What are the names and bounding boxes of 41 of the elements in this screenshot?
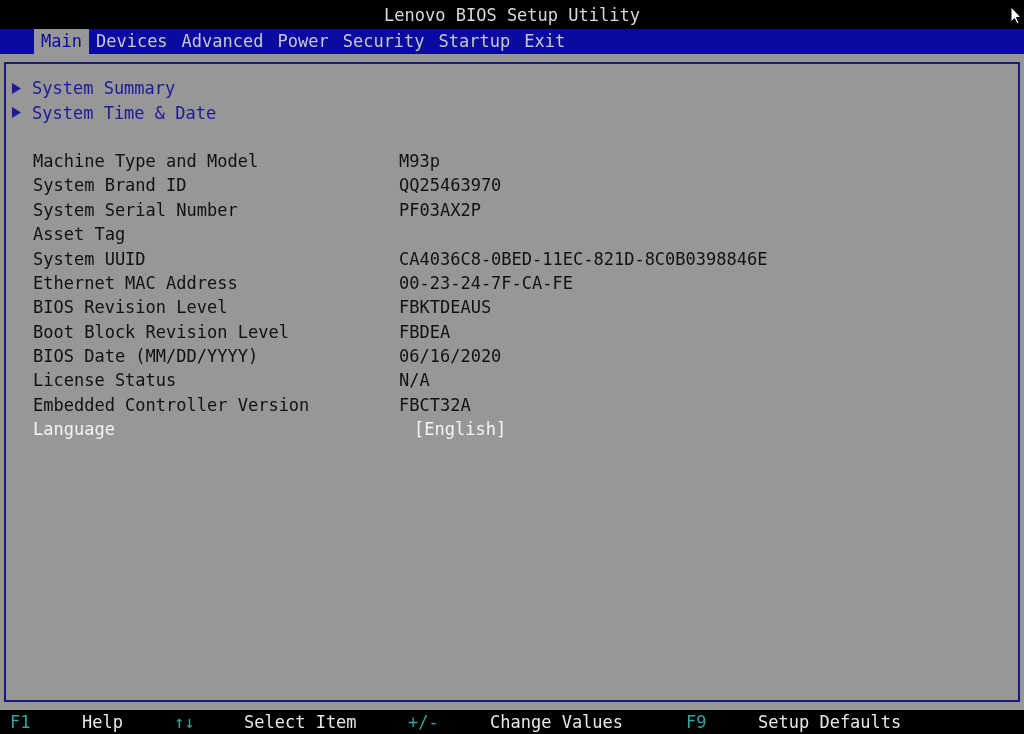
hotkey-action: Help	[82, 712, 124, 732]
menu-tab[interactable]: Devices	[88, 29, 175, 54]
field-value: FBCT32A	[399, 394, 471, 415]
field-value: N/A	[399, 370, 430, 391]
menu-tab[interactable]: Power	[270, 29, 336, 54]
field-label: Embedded Controller Version	[33, 394, 311, 415]
field-value: 06/16/2020	[399, 346, 502, 367]
submenu-link[interactable]: System Time & Date	[12, 100, 1018, 125]
field-label: Boot Block Revision Level	[33, 321, 290, 342]
menu-tab[interactable]: Security	[335, 29, 432, 54]
field-label: License Status	[33, 370, 178, 391]
submenu-link[interactable]: System Summary	[12, 76, 1018, 101]
field-value: QQ25463970	[399, 175, 502, 196]
menu-tab[interactable]: Advanced	[174, 29, 271, 54]
triangle-right-icon	[12, 107, 21, 119]
field-label: System UUID	[33, 248, 147, 269]
field-label: Asset Tag	[33, 224, 127, 245]
menu-tab[interactable]: Main	[34, 29, 89, 54]
field-label: Machine Type and Model	[33, 150, 260, 171]
hotkey: ↑↓	[174, 712, 196, 732]
field-value: 00-23-24-7F-CA-FE	[399, 272, 573, 293]
hotkey: F9	[686, 712, 708, 732]
menu-tab[interactable]: Exit	[517, 29, 573, 54]
field-label: Ethernet MAC Address	[33, 272, 239, 293]
window-title: Lenovo BIOS Setup Utility	[384, 4, 640, 25]
field-value: FBDEA	[399, 321, 451, 342]
field-value: M93p	[399, 150, 440, 171]
field-label: BIOS Revision Level	[33, 297, 229, 318]
hotkey: +/-	[408, 712, 440, 732]
hotkey-action: Change Values	[490, 712, 625, 732]
field-label: BIOS Date (MM/DD/YYYY)	[33, 346, 260, 367]
field-value: PF03AX2P	[399, 199, 481, 220]
field-label: System Serial Number	[33, 199, 239, 220]
triangle-right-icon	[12, 82, 21, 94]
menu-tab[interactable]: Startup	[431, 29, 518, 54]
field-value: CA4036C8-0BED-11EC-821D-8C0B0398846E	[399, 248, 768, 269]
field-label: System Brand ID	[33, 175, 188, 196]
hotkey: F1	[10, 712, 32, 732]
hotkey-action: Select Item	[244, 712, 358, 732]
hotkey-action: Setup Defaults	[758, 712, 902, 732]
field-value: FBKTDEAUS	[399, 297, 492, 318]
